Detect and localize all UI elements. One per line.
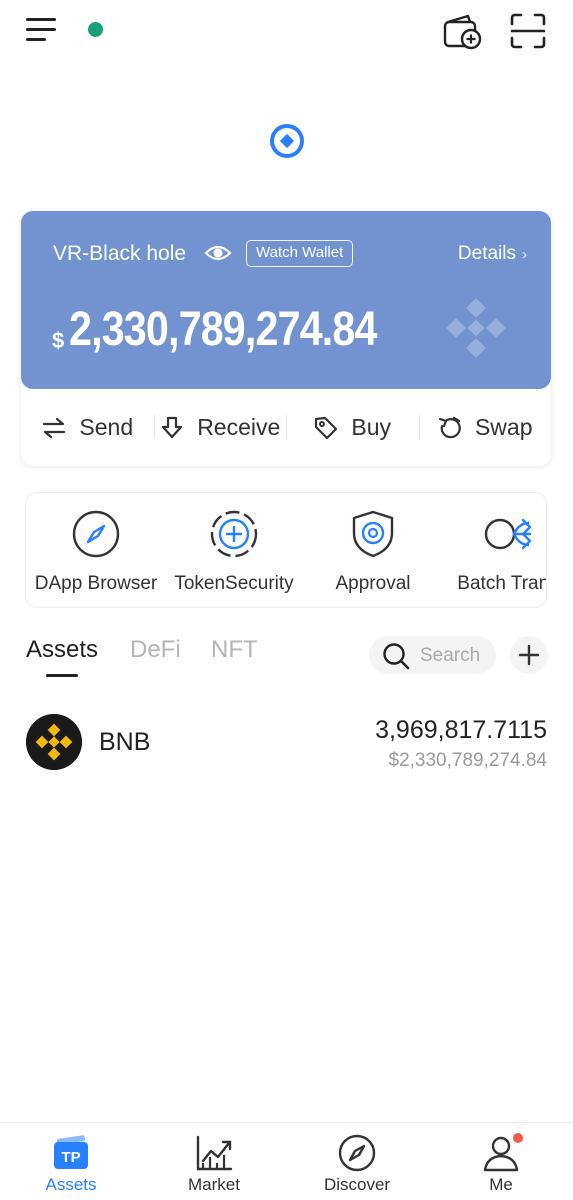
swap-label: Swap xyxy=(474,414,533,440)
buy-tag-icon xyxy=(315,416,338,439)
receive-icon xyxy=(162,416,183,438)
tab-assets[interactable]: Assets xyxy=(26,636,98,664)
search-input[interactable]: Search xyxy=(369,636,496,674)
nav-label: Market xyxy=(188,1175,240,1194)
market-chart-icon xyxy=(196,1135,233,1171)
notification-dot xyxy=(513,1133,523,1143)
tool-label: TokenSecurity xyxy=(174,573,294,594)
currency-symbol: $ xyxy=(52,328,65,353)
nav-assets[interactable]: TP Assets xyxy=(21,1123,121,1200)
chevron-right-icon: › xyxy=(522,246,527,263)
wallet-add-icon[interactable] xyxy=(442,12,482,50)
send-label: Send xyxy=(79,414,134,440)
swap-icon xyxy=(438,416,461,438)
shield-icon xyxy=(352,510,394,558)
wallet-balance-panel[interactable]: VR-Black hole Watch Wallet Details › $ 2,… xyxy=(21,211,551,389)
svg-text:TP: TP xyxy=(61,1149,80,1166)
network-status-dot xyxy=(88,22,103,37)
tool-label: DApp Browser xyxy=(34,573,158,594)
bnb-icon xyxy=(26,714,82,770)
buy-button[interactable]: Buy xyxy=(286,389,419,466)
tool-approval[interactable]: Approval xyxy=(303,493,443,607)
tool-label: Approval xyxy=(335,573,411,594)
scan-icon[interactable] xyxy=(509,12,547,50)
token-security-icon xyxy=(210,510,258,558)
asset-amount: 3,969,817.7115 xyxy=(375,716,547,744)
nav-label: Discover xyxy=(323,1175,391,1194)
discover-compass-icon xyxy=(338,1134,376,1172)
asset-row[interactable]: BNB 3,969,817.7115 $2,330,789,274.84 xyxy=(0,706,573,778)
swap-button[interactable]: Swap xyxy=(418,389,552,466)
plus-icon xyxy=(519,645,539,665)
send-icon xyxy=(43,417,66,438)
top-bar xyxy=(0,0,573,64)
nav-market[interactable]: Market xyxy=(164,1123,264,1200)
tokenpocket-logo-icon xyxy=(270,124,304,158)
asset-fiat-value: $2,330,789,274.84 xyxy=(388,750,548,771)
search-placeholder: Search xyxy=(420,645,481,666)
wallet-name: VR-Black hole xyxy=(53,242,187,265)
tab-nft[interactable]: NFT xyxy=(211,636,258,664)
active-tab-indicator xyxy=(46,674,78,677)
tool-batch-transfer[interactable]: Batch Trans xyxy=(438,493,546,607)
batch-transfer-icon xyxy=(484,518,532,550)
tools-card: DApp Browser TokenSecurity Approval Batc… xyxy=(25,492,547,608)
search-icon xyxy=(383,643,410,670)
wallet-actions: Send Receive Buy Swap xyxy=(21,389,551,466)
nav-label: Me xyxy=(489,1175,513,1194)
buy-label: Buy xyxy=(351,414,392,440)
details-label: Details xyxy=(457,243,516,264)
tab-defi[interactable]: DeFi xyxy=(130,636,181,664)
eye-icon[interactable] xyxy=(204,241,232,265)
send-button[interactable]: Send xyxy=(21,389,154,466)
details-link[interactable]: Details › xyxy=(458,243,527,265)
compass-icon xyxy=(72,510,120,558)
menu-icon[interactable] xyxy=(26,16,60,44)
nav-label: Assets xyxy=(45,1175,97,1194)
tp-wallet-icon: TP xyxy=(54,1135,88,1169)
tool-token-security[interactable]: TokenSecurity xyxy=(164,493,304,607)
nav-me[interactable]: Me xyxy=(451,1123,551,1200)
wallet-card: VR-Black hole Watch Wallet Details › $ 2,… xyxy=(21,211,551,466)
asset-symbol: BNB xyxy=(99,728,151,756)
bnb-watermark-icon xyxy=(446,298,506,358)
tool-label: Batch Trans xyxy=(457,573,546,594)
watch-wallet-badge: Watch Wallet xyxy=(246,240,354,267)
wallet-balance: 2,330,789,274.84 xyxy=(69,303,377,356)
nav-discover[interactable]: Discover xyxy=(307,1123,407,1200)
bottom-nav: TP Assets Market Discover Me xyxy=(0,1122,573,1200)
add-token-button[interactable] xyxy=(510,636,548,674)
receive-label: Receive xyxy=(197,414,281,440)
receive-button[interactable]: Receive xyxy=(153,389,287,466)
tool-dapp-browser[interactable]: DApp Browser xyxy=(26,493,166,607)
